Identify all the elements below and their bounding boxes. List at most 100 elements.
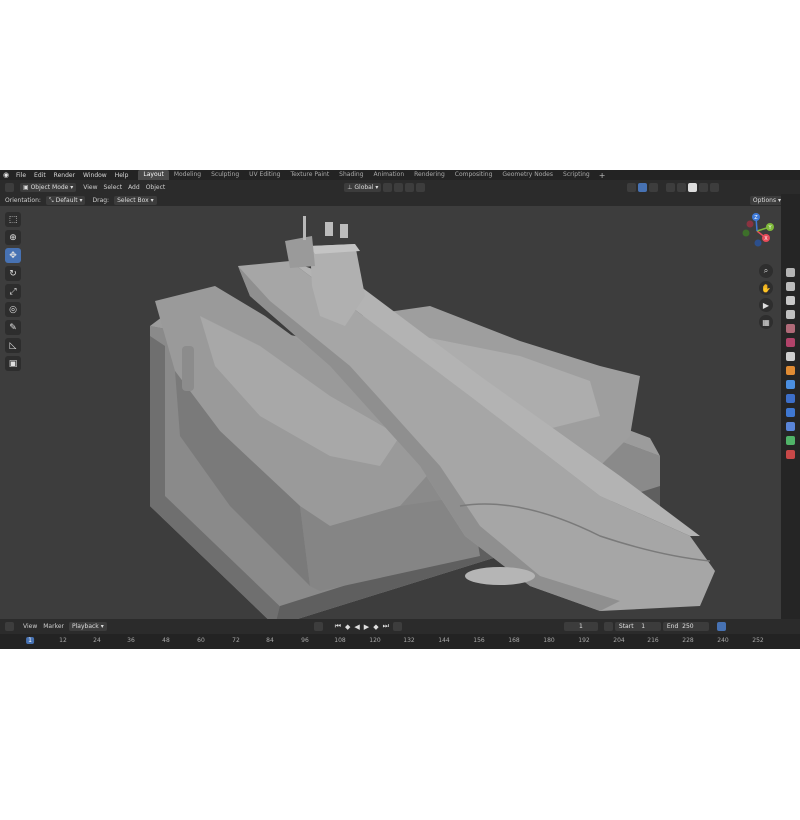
- tab-texture-paint[interactable]: Texture Paint: [285, 170, 334, 180]
- solid-shading-icon[interactable]: [688, 182, 698, 192]
- timeline-editor-icon[interactable]: [5, 622, 14, 631]
- orientation-dropdown[interactable]: ⤡ Default ▾: [45, 195, 86, 205]
- measure-icon[interactable]: ◺: [5, 338, 21, 353]
- record-icon[interactable]: [313, 622, 323, 631]
- menu-select[interactable]: Select: [101, 184, 126, 191]
- blender-logo-icon[interactable]: ◉: [0, 171, 12, 179]
- snap-target-icon[interactable]: [405, 182, 415, 192]
- play-icon[interactable]: ▶: [364, 623, 369, 631]
- tab-compositing[interactable]: Compositing: [450, 170, 498, 180]
- tool-settings-bar: Orientation: ⤡ Default ▾ Drag: Select Bo…: [0, 194, 790, 206]
- output-properties-icon[interactable]: [786, 296, 795, 305]
- drag-dropdown[interactable]: Select Box ▾: [114, 195, 157, 205]
- physics-icon[interactable]: [786, 408, 795, 417]
- add-cube-icon[interactable]: ▣: [5, 356, 21, 371]
- cursor-icon[interactable]: ⊕: [5, 230, 21, 245]
- frame-tick: 144: [438, 637, 450, 644]
- world-properties-icon[interactable]: [786, 338, 795, 347]
- menu-view[interactable]: View: [80, 184, 100, 191]
- timeline-menu-marker[interactable]: Marker: [40, 623, 67, 630]
- constraints-icon[interactable]: [786, 422, 795, 431]
- modifier-properties-icon[interactable]: [786, 380, 795, 389]
- playback-label: Playback: [72, 623, 99, 630]
- wireframe-shading-icon[interactable]: [677, 182, 687, 192]
- mode-label: Object Mode: [30, 183, 69, 191]
- data-properties-icon[interactable]: [786, 436, 795, 445]
- transform-orientation-dropdown[interactable]: ⊥ Global ▾: [344, 182, 382, 192]
- menu-window[interactable]: Window: [79, 172, 111, 179]
- frame-tick: 72: [232, 637, 240, 644]
- material-shading-icon[interactable]: [699, 182, 709, 192]
- orientation-field-label: Orientation:: [5, 196, 41, 204]
- select-box-icon[interactable]: ⬚: [5, 212, 21, 227]
- tab-sculpting[interactable]: Sculpting: [206, 170, 244, 180]
- clock-icon[interactable]: [603, 622, 613, 631]
- prev-keyframe-icon[interactable]: ◆: [345, 623, 350, 631]
- navigation-gizmo[interactable]: X Y Z: [736, 210, 778, 252]
- overlay-icon[interactable]: [649, 182, 659, 192]
- tab-animation[interactable]: Animation: [369, 170, 410, 180]
- tab-rendering[interactable]: Rendering: [409, 170, 450, 180]
- tab-scripting[interactable]: Scripting: [558, 170, 595, 180]
- frame-tick: 48: [162, 637, 170, 644]
- current-frame-field[interactable]: 1: [563, 622, 598, 631]
- play-reverse-icon[interactable]: ◀: [354, 623, 359, 631]
- snap-icon[interactable]: [394, 182, 404, 192]
- options-label: Options: [752, 196, 777, 204]
- jump-start-icon[interactable]: ⏮: [335, 622, 341, 631]
- 3d-viewport[interactable]: ⬚ ⊕ ✥ ↻ ⤢ ◎ ✎ ◺ ▣ X Y Z ⌕ ✋ ▶ ▦: [0, 206, 781, 619]
- frame-ruler[interactable]: 1 12 24 36 48 60 72 84 96 108 120 132 14…: [0, 634, 800, 649]
- rotate-icon[interactable]: ↻: [5, 266, 21, 281]
- grid-icon[interactable]: ▦: [759, 315, 773, 329]
- annotate-icon[interactable]: ✎: [5, 320, 21, 335]
- transform-icon[interactable]: ◎: [5, 302, 21, 317]
- jump-end-icon[interactable]: ⏭: [383, 622, 389, 631]
- collection-properties-icon[interactable]: [786, 352, 795, 361]
- tab-uv-editing[interactable]: UV Editing: [244, 170, 285, 180]
- material-properties-icon[interactable]: [786, 450, 795, 459]
- menu-edit[interactable]: Edit: [30, 172, 50, 179]
- xray-icon[interactable]: [666, 182, 676, 192]
- top-menubar: ◉ File Edit Render Window Help Layout Mo…: [0, 170, 800, 180]
- visibility-icon[interactable]: [627, 182, 637, 192]
- frame-tick: 96: [301, 637, 309, 644]
- tab-geometry-nodes[interactable]: Geometry Nodes: [497, 170, 558, 180]
- mode-dropdown[interactable]: ▣ Object Mode ▾: [20, 182, 77, 192]
- scene-properties-icon[interactable]: [786, 324, 795, 333]
- menu-render[interactable]: Render: [50, 172, 79, 179]
- frame-tick: 228: [682, 637, 694, 644]
- keying-icon[interactable]: [392, 622, 402, 631]
- proportional-edit-icon[interactable]: [416, 182, 426, 192]
- menu-object[interactable]: Object: [143, 184, 169, 191]
- rendered-shading-icon[interactable]: [710, 182, 720, 192]
- add-workspace-button[interactable]: +: [595, 171, 610, 180]
- hand-icon[interactable]: ✋: [759, 281, 773, 295]
- tab-shading[interactable]: Shading: [334, 170, 368, 180]
- render-properties-icon[interactable]: [786, 282, 795, 291]
- start-frame-field[interactable]: Start 1: [614, 622, 661, 631]
- pivot-icon[interactable]: [383, 182, 393, 192]
- timeline-menu-playback[interactable]: Playback ▾: [69, 622, 107, 631]
- tool-properties-icon[interactable]: [786, 268, 795, 277]
- editor-type-icon[interactable]: [5, 182, 14, 192]
- blender-window: ◉ File Edit Render Window Help Layout Mo…: [0, 170, 800, 649]
- timeline-options-icon[interactable]: [716, 622, 726, 631]
- move-icon[interactable]: ✥: [5, 248, 21, 263]
- tab-modeling[interactable]: Modeling: [169, 170, 206, 180]
- view-layer-icon[interactable]: [786, 310, 795, 319]
- tab-layout[interactable]: Layout: [138, 170, 169, 180]
- timeline-menu-view[interactable]: View: [20, 623, 40, 630]
- options-dropdown[interactable]: Options ▾: [749, 195, 784, 205]
- scale-icon[interactable]: ⤢: [5, 284, 21, 299]
- particles-icon[interactable]: [786, 394, 795, 403]
- object-properties-icon[interactable]: [786, 366, 795, 375]
- menu-file[interactable]: File: [12, 172, 30, 179]
- menu-help[interactable]: Help: [111, 172, 133, 179]
- menu-add[interactable]: Add: [125, 184, 143, 191]
- gizmo-toggle-icon[interactable]: [638, 182, 648, 192]
- end-frame-field[interactable]: End 250: [662, 622, 709, 631]
- next-keyframe-icon[interactable]: ◆: [373, 623, 378, 631]
- orientation-value: Default: [55, 196, 78, 204]
- zoom-icon[interactable]: ⌕: [759, 264, 773, 278]
- camera-icon[interactable]: ▶: [759, 298, 773, 312]
